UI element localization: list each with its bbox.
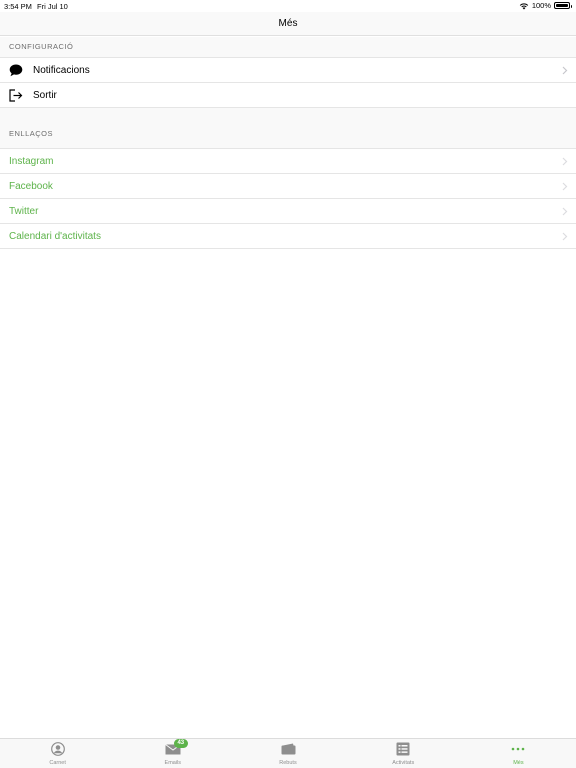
tab-label-mes: Més <box>513 760 524 766</box>
logout-icon <box>9 88 23 102</box>
row-label-notifications: Notificacions <box>33 64 90 76</box>
link-instagram: Instagram <box>9 155 54 167</box>
page-title: Més <box>278 18 298 29</box>
battery-icon <box>554 2 572 9</box>
battery-percent: 100% <box>531 1 551 10</box>
tab-emails[interactable]: 43 Emails <box>115 739 230 768</box>
link-facebook: Facebook <box>9 180 53 192</box>
row-twitter[interactable]: Twitter <box>0 199 576 224</box>
row-logout[interactable]: Sortir <box>0 83 576 108</box>
unread-badge: 43 <box>173 739 188 748</box>
status-bar: 3:54 PM Fri Jul 10 100% <box>0 0 576 12</box>
row-calendar[interactable]: Calendari d'activitats <box>0 224 576 249</box>
mail-icon: 43 <box>165 739 188 756</box>
wallet-icon <box>280 742 296 756</box>
tab-activitats[interactable]: Activitats <box>346 739 461 768</box>
status-time: 3:54 PM <box>4 2 32 11</box>
nav-bar: Més <box>0 12 576 36</box>
chevron-right-icon <box>562 232 568 241</box>
row-facebook[interactable]: Facebook <box>0 174 576 199</box>
chevron-right-icon <box>562 157 568 166</box>
chevron-right-icon <box>562 182 568 191</box>
link-calendar: Calendari d'activitats <box>9 230 101 242</box>
person-icon <box>50 742 66 756</box>
more-icon <box>510 742 526 756</box>
links-list: Instagram Facebook Twitter Calendari d'a… <box>0 148 576 249</box>
chevron-right-icon <box>562 66 568 75</box>
chevron-right-icon <box>562 207 568 216</box>
row-notifications[interactable]: Notificacions <box>0 58 576 83</box>
row-instagram[interactable]: Instagram <box>0 149 576 174</box>
wifi-icon <box>519 2 529 9</box>
tab-label-activitats: Activitats <box>392 760 415 766</box>
list-icon <box>395 742 411 756</box>
tab-label-rebuts: Rebuts <box>279 760 297 766</box>
link-twitter: Twitter <box>9 205 39 217</box>
tab-bar: Carnet 43 Emails Rebuts Activitats Més <box>0 738 576 768</box>
tab-label-emails: Emails <box>164 760 182 766</box>
status-date: Fri Jul 10 <box>37 2 68 11</box>
settings-content: CONFIGURACIÓ Notificacions Sortir ENLLAÇ… <box>0 37 576 249</box>
tab-rebuts[interactable]: Rebuts <box>230 739 345 768</box>
config-list: Notificacions Sortir <box>0 57 576 108</box>
section-header-links: ENLLAÇOS <box>0 108 576 148</box>
row-label-logout: Sortir <box>33 89 57 101</box>
tab-label-carnet: Carnet <box>49 760 66 766</box>
tab-mes[interactable]: Més <box>461 739 576 768</box>
section-header-config: CONFIGURACIÓ <box>0 37 576 57</box>
chat-bubble-icon <box>9 63 23 77</box>
tab-carnet[interactable]: Carnet <box>0 739 115 768</box>
status-right: 100% <box>519 1 572 10</box>
